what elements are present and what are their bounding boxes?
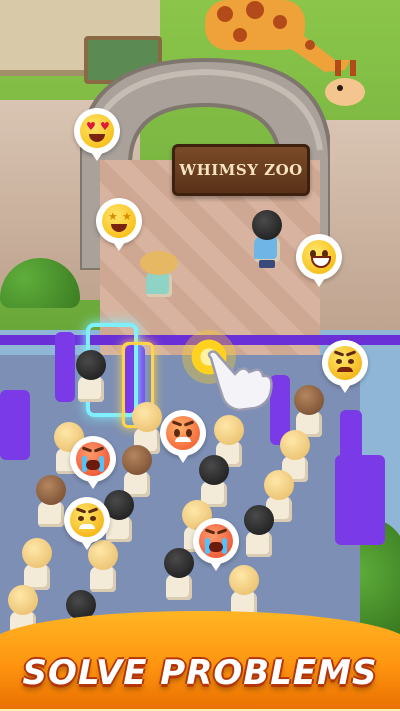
banner-title: SOLVE PROBLEMS <box>22 653 378 693</box>
heart-eyes-emoji: ♥ ♥ <box>74 108 120 161</box>
angry-emoji <box>160 410 206 463</box>
mad-emoji <box>64 497 110 550</box>
grinning-emoji <box>296 234 342 287</box>
game-scene[interactable]: WHIMSY ZOO ♥ ♥ ★ ★ SOLVE PROBLEMS <box>0 0 400 711</box>
crying-angry-emoji-2 <box>193 518 239 571</box>
crying-angry-emoji <box>70 436 116 489</box>
queue-person <box>160 548 198 606</box>
zoo-sign-text: WHIMSY ZOO <box>179 161 303 179</box>
pointing-hand-icon <box>205 350 275 412</box>
fence-post-5 <box>335 455 385 545</box>
queue-person <box>72 350 110 408</box>
annoyed-emoji <box>322 340 368 393</box>
visitor-girl <box>248 210 286 268</box>
star-struck-emoji: ★ ★ <box>96 198 142 251</box>
queue-person <box>240 505 278 563</box>
zoo-sign: WHIMSY ZOO <box>172 144 310 196</box>
visitor-with-hat <box>140 245 178 303</box>
promo-banner: SOLVE PROBLEMS <box>0 611 400 711</box>
fence-post-3 <box>0 390 30 460</box>
